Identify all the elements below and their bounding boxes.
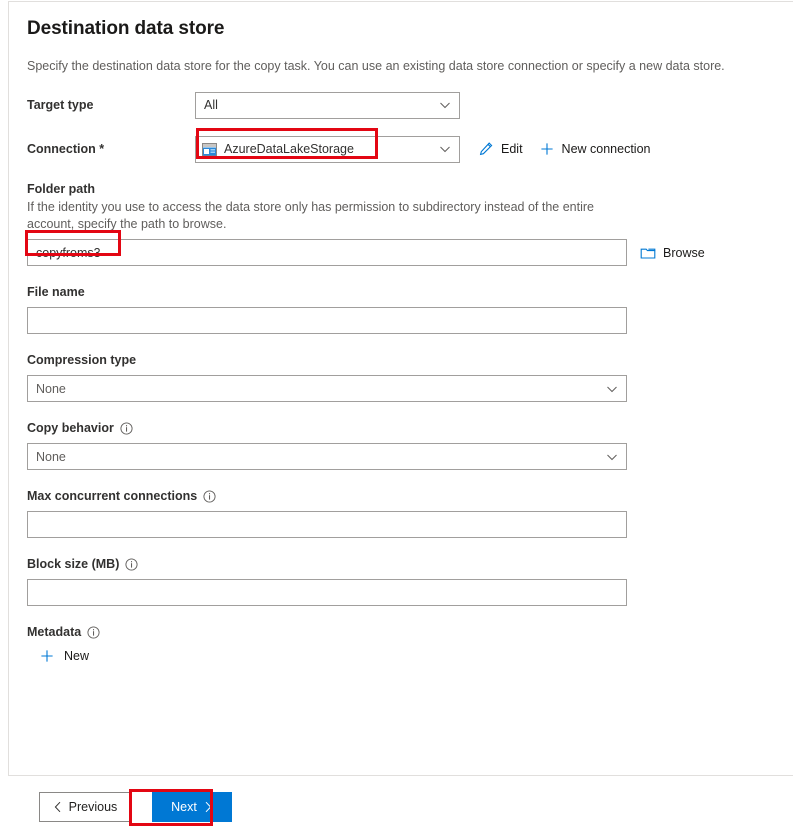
next-button[interactable]: Next xyxy=(152,792,232,822)
copy-behavior-select[interactable]: None xyxy=(27,443,627,470)
folder-icon xyxy=(640,245,656,261)
pencil-icon xyxy=(478,141,494,157)
block-size-label: Block size (MB) xyxy=(27,556,119,573)
copy-behavior-control-row: None xyxy=(27,443,775,470)
edit-connection-label: Edit xyxy=(501,142,523,156)
copy-behavior-value: None xyxy=(36,450,66,464)
next-label: Next xyxy=(171,800,197,814)
folder-path-control-row: copyfroms3 Browse xyxy=(27,239,775,266)
max-concurrent-connections-control-row xyxy=(27,511,775,538)
folder-path-help: If the identity you use to access the da… xyxy=(27,199,627,233)
info-icon[interactable] xyxy=(87,626,100,639)
block-size-label-row: Block size (MB) xyxy=(27,556,775,573)
block-size-input[interactable] xyxy=(27,579,627,606)
panel-content: Destination data store Specify the desti… xyxy=(27,16,775,664)
plus-icon xyxy=(539,141,555,157)
previous-label: Previous xyxy=(69,800,118,814)
max-concurrent-connections-input[interactable] xyxy=(27,511,627,538)
folder-path-field: Folder path If the identity you use to a… xyxy=(27,181,775,266)
chevron-down-icon xyxy=(606,383,618,395)
block-size-control-row xyxy=(27,579,775,606)
compression-type-select[interactable]: None xyxy=(27,375,627,402)
file-name-control-row xyxy=(27,307,775,334)
compression-type-field: Compression type None xyxy=(27,352,775,402)
compression-type-value: None xyxy=(36,382,66,396)
browse-button[interactable]: Browse xyxy=(640,245,705,261)
chevron-left-icon xyxy=(53,801,63,813)
wizard-footer: Previous Next xyxy=(8,776,793,832)
metadata-field: Metadata New xyxy=(27,624,775,664)
target-type-value: All xyxy=(204,98,218,112)
panel-top-divider xyxy=(8,1,793,2)
previous-button[interactable]: Previous xyxy=(39,792,131,822)
compression-type-label: Compression type xyxy=(27,352,775,369)
max-concurrent-connections-label: Max concurrent connections xyxy=(27,488,197,505)
target-type-select[interactable]: All xyxy=(195,92,460,119)
new-connection-label: New connection xyxy=(562,142,651,156)
chevron-down-icon xyxy=(439,99,451,111)
connection-actions: Edit New connection xyxy=(478,141,651,157)
connection-select[interactable]: AzureDataLakeStorage xyxy=(195,136,460,163)
connection-value: AzureDataLakeStorage xyxy=(224,142,354,156)
file-name-label: File name xyxy=(27,284,775,301)
chevron-right-icon xyxy=(203,801,213,813)
folder-path-value: copyfroms3 xyxy=(36,246,101,260)
new-connection-button[interactable]: New connection xyxy=(539,141,651,157)
metadata-label: Metadata xyxy=(27,624,81,641)
plus-icon xyxy=(39,648,55,664)
folder-path-label: Folder path xyxy=(27,181,775,198)
page-description: Specify the destination data store for t… xyxy=(27,58,767,75)
max-concurrent-connections-label-row: Max concurrent connections xyxy=(27,488,775,505)
copy-behavior-label: Copy behavior xyxy=(27,420,114,437)
copy-behavior-field: Copy behavior None xyxy=(27,420,775,470)
page-title: Destination data store xyxy=(27,16,775,42)
copy-behavior-label-row: Copy behavior xyxy=(27,420,775,437)
metadata-new-label: New xyxy=(64,649,89,663)
file-name-field: File name xyxy=(27,284,775,334)
target-type-row: Target type All xyxy=(27,91,775,119)
chevron-down-icon xyxy=(606,451,618,463)
target-type-label: Target type xyxy=(27,98,195,112)
browse-label: Browse xyxy=(663,246,705,260)
file-name-input[interactable] xyxy=(27,307,627,334)
metadata-label-row: Metadata xyxy=(27,624,775,641)
azure-data-lake-storage-icon xyxy=(202,143,217,156)
panel-left-divider xyxy=(8,1,9,775)
connection-row: Connection * AzureDataLakeStorage xyxy=(27,135,775,163)
destination-data-store-panel: Destination data store Specify the desti… xyxy=(0,0,795,832)
info-icon[interactable] xyxy=(203,490,216,503)
max-concurrent-connections-field: Max concurrent connections xyxy=(27,488,775,538)
chevron-down-icon xyxy=(439,143,451,155)
block-size-field: Block size (MB) xyxy=(27,556,775,606)
info-icon[interactable] xyxy=(125,558,138,571)
compression-type-control-row: None xyxy=(27,375,775,402)
metadata-new-button[interactable]: New xyxy=(39,648,89,664)
edit-connection-button[interactable]: Edit xyxy=(478,141,523,157)
folder-path-input[interactable]: copyfroms3 xyxy=(27,239,627,266)
connection-label: Connection * xyxy=(27,142,195,156)
info-icon[interactable] xyxy=(120,422,133,435)
footer-buttons: Previous Next xyxy=(39,792,232,822)
